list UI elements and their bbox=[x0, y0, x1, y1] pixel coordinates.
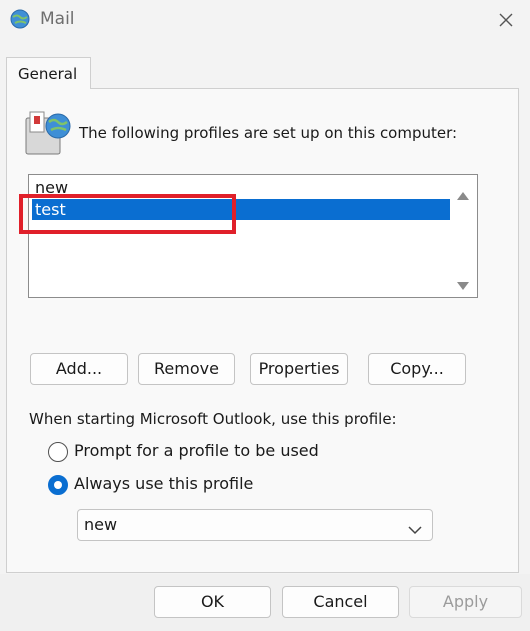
profile-select-value: new bbox=[84, 515, 118, 534]
profiles-icon bbox=[20, 108, 74, 158]
always-use-radio[interactable] bbox=[48, 475, 68, 495]
close-icon bbox=[499, 13, 513, 27]
prompt-profile-radio[interactable] bbox=[48, 442, 68, 462]
profile-select[interactable]: new bbox=[77, 509, 433, 541]
chevron-down-icon bbox=[408, 520, 422, 539]
cancel-button[interactable]: Cancel bbox=[282, 586, 399, 618]
properties-button[interactable]: Properties bbox=[250, 353, 348, 385]
remove-button[interactable]: Remove bbox=[138, 353, 235, 385]
ok-button[interactable]: OK bbox=[154, 586, 271, 618]
mail-globe-icon bbox=[9, 8, 31, 30]
scroll-up-icon[interactable] bbox=[457, 185, 469, 204]
highlight-annotation bbox=[19, 194, 236, 234]
profiles-listbox[interactable]: new test bbox=[28, 174, 478, 298]
title-bar: Mail bbox=[0, 0, 530, 42]
general-panel bbox=[6, 88, 519, 573]
startup-label: When starting Microsoft Outlook, use thi… bbox=[29, 410, 397, 428]
profiles-heading: The following profiles are set up on thi… bbox=[79, 124, 458, 142]
copy-button[interactable]: Copy... bbox=[368, 353, 466, 385]
tab-general[interactable]: General bbox=[6, 57, 91, 89]
apply-button: Apply bbox=[409, 586, 522, 618]
close-button[interactable] bbox=[490, 4, 522, 36]
prompt-profile-label: Prompt for a profile to be used bbox=[74, 441, 319, 460]
scroll-down-icon[interactable] bbox=[457, 275, 469, 294]
add-button[interactable]: Add... bbox=[30, 353, 128, 385]
always-use-label: Always use this profile bbox=[74, 474, 254, 493]
window-title: Mail bbox=[40, 9, 75, 29]
